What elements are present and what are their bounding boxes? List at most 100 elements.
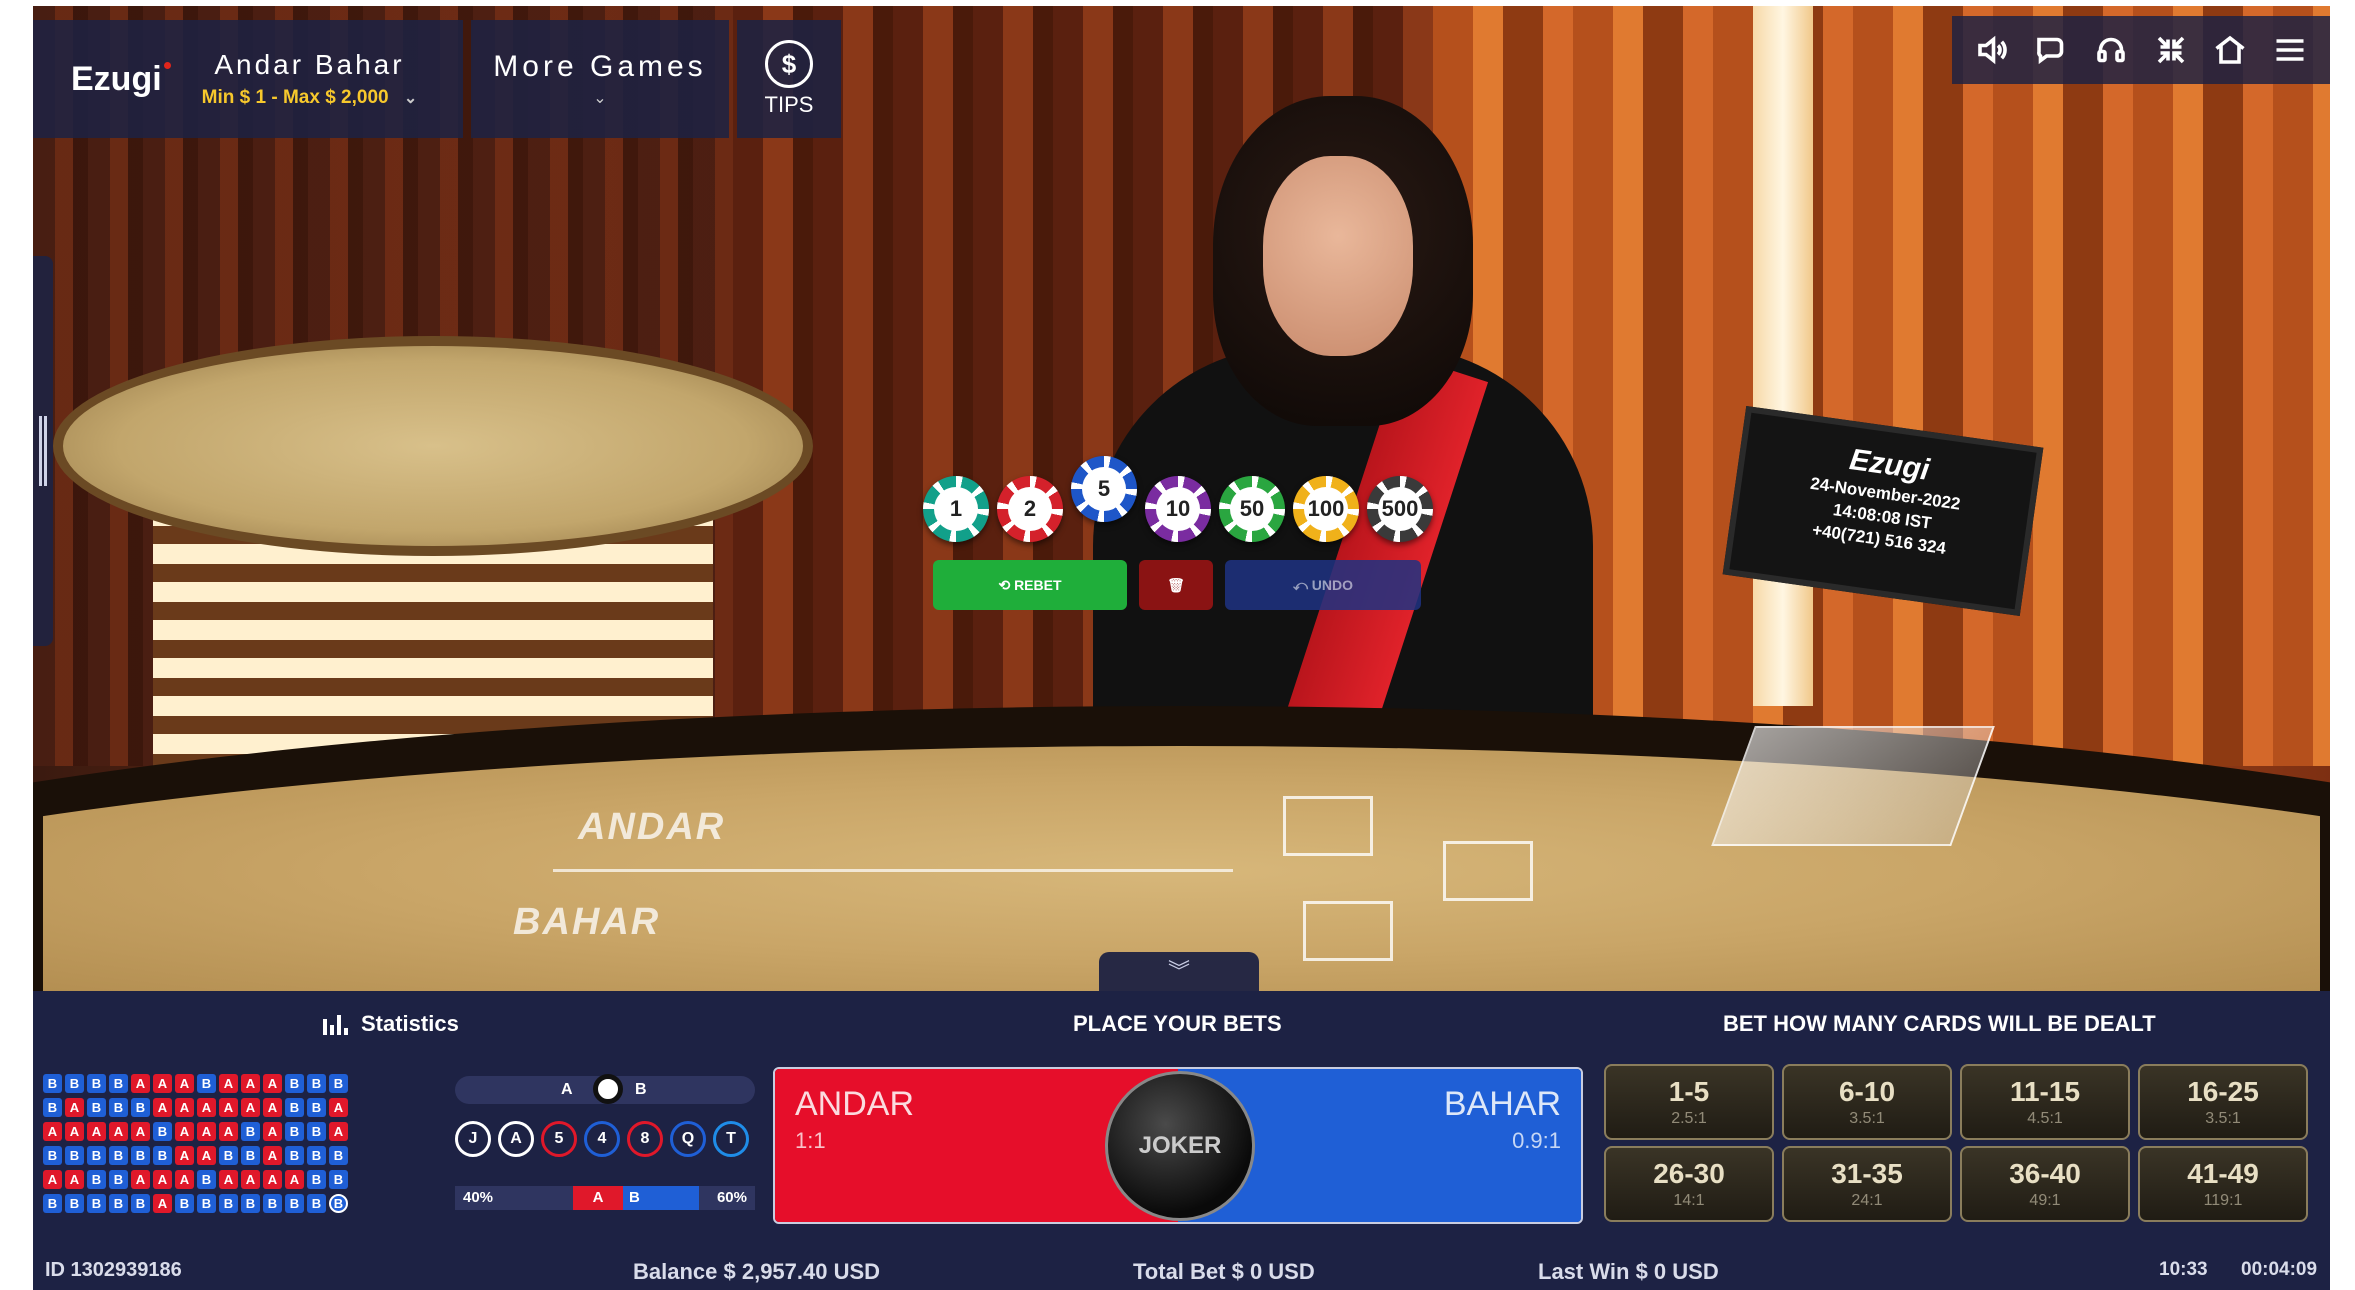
bead-result: A [43,1122,62,1141]
bead-result: B [285,1122,304,1141]
session-timer: 00:04:09 [2241,1259,2318,1280]
side-bet-41-49[interactable]: 41-49 119:1 [2138,1146,2308,1222]
bead-result: A [43,1170,62,1189]
rebet-button[interactable]: ⟲ REBET [933,560,1127,610]
side-bet-payout: 2.5:1 [1671,1110,1707,1127]
bead-result: B [307,1122,326,1141]
chip-5[interactable]: 5 [1071,456,1137,522]
bead-result: B [87,1146,106,1165]
bead-result: B [131,1098,150,1117]
slider-b-label: B [635,1081,647,1098]
bead-result: B [329,1074,348,1093]
side-bet-range: 16-25 [2187,1076,2259,1107]
bead-result: B [65,1146,84,1165]
side-bet-payout: 4.5:1 [2027,1110,2063,1127]
bahar-percentage: 60% [716,1189,747,1206]
side-bet-range: 11-15 [2009,1076,2081,1107]
collapse-panel-button[interactable]: ︾ [1099,952,1259,992]
side-bet-16-25[interactable]: 16-25 3.5:1 [2138,1064,2308,1140]
more-games-button[interactable]: More Games ⌄ [471,20,729,138]
joker-history-chip: 4 [584,1121,620,1157]
bead-result: B [285,1194,304,1213]
round-id: ID 1302939186 [45,1259,182,1281]
chat-icon[interactable] [2028,27,2074,73]
joker-card-slot: JOKER [1105,1071,1255,1221]
bead-road: BBBBAAABAAABBBBABBBAAAAAABBAAAAAABAAABAB… [43,1074,351,1216]
side-bet-1-5[interactable]: 1-5 2.5:1 [1604,1064,1774,1140]
bead-result: B [307,1194,326,1213]
bead-result: B [307,1170,326,1189]
limits-text: Min $ 1 - Max $ 2,000 [201,87,389,108]
minimize-icon[interactable] [2148,27,2194,73]
bead-result: B [131,1194,150,1213]
bead-result: B [43,1146,62,1165]
side-bet-11-15[interactable]: 11-15 4.5:1 [1960,1064,2130,1140]
chip-value: 5 [1082,467,1126,511]
felt-divider [553,869,1233,872]
bead-result: B [329,1146,348,1165]
andar-bahar-slider: A B [455,1074,755,1104]
bead-result: A [153,1194,172,1213]
card-shoe [1711,726,1995,846]
recent-jokers: JA548QT [455,1121,756,1157]
side-bet-range: 1-5 [1668,1076,1710,1107]
bead-result: B [43,1194,62,1213]
side-bet-31-35[interactable]: 31-35 24:1 [1782,1146,1952,1222]
game-window: Ezugi 24-November-2022 14:08:08 IST +40(… [33,6,2330,1290]
clock: 10:33 [2159,1259,2208,1280]
ezugi-logo: Ezugi [71,59,171,98]
bead-result: A [153,1170,172,1189]
bead-result: B [219,1194,238,1213]
headset-icon[interactable] [2088,27,2134,73]
bead-result: A [153,1098,172,1117]
home-icon[interactable] [2207,27,2253,73]
chip-100[interactable]: 100 [1293,476,1359,542]
bead-result: A [241,1098,260,1117]
chip-rack: 1 2 5 10 50 100 500 [923,456,1441,542]
side-bet-26-30[interactable]: 26-30 14:1 [1604,1146,1774,1222]
speaker-icon[interactable] [1969,27,2015,73]
side-bet-6-10[interactable]: 6-10 3.5:1 [1782,1064,1952,1140]
side-bet-range: 36-40 [2009,1158,2081,1189]
bead-result: A [219,1122,238,1141]
status-bar: ID 1302939186 Balance $ 2,957.40 USD Tot… [33,1253,2330,1290]
game-selector[interactable]: Ezugi Andar Bahar Min $ 1 - Max $ 2,000 … [33,20,463,138]
bead-result: A [329,1098,348,1117]
bead-result: B [109,1170,128,1189]
side-bet-grid: 1-5 2.5:1 6-10 3.5:1 11-15 4.5:1 16-25 3.5:1 26-… [1604,1064,2308,1222]
bead-result: A [65,1122,84,1141]
chip-10[interactable]: 10 [1145,476,1211,542]
table-limits: Min $ 1 - Max $ 2,000 ⌄ [202,87,418,109]
betting-panel: Statistics PLACE YOUR BETS BET HOW MANY … [33,991,2330,1290]
side-bet-36-40[interactable]: 36-40 49:1 [1960,1146,2130,1222]
main-bet-board: ANDAR 1:1 BAHAR 0.9:1 JOKER [773,1067,1583,1224]
chip-2[interactable]: 2 [997,476,1063,542]
bead-result: A [263,1170,282,1189]
bead-result: A [65,1098,84,1117]
statistics-button[interactable]: Statistics [323,1011,459,1037]
chip-value: 500 [1378,487,1422,531]
chip-50[interactable]: 50 [1219,476,1285,542]
joker-history-chip: 5 [541,1121,577,1157]
total-bet: Total Bet $ 0 USD [1133,1259,1315,1284]
clear-bets-button[interactable]: 🗑 [1139,560,1213,610]
felt-bahar-label: BAHAR [513,901,661,943]
bead-result: B [43,1074,62,1093]
bead-result: A [219,1098,238,1117]
bead-result: B [241,1122,260,1141]
chevron-down-icon: ⌄ [403,90,418,107]
chip-1[interactable]: 1 [923,476,989,542]
toolbar [1952,16,2330,84]
bead-result: A [241,1074,260,1093]
chip-500[interactable]: 500 [1367,476,1433,542]
tips-button[interactable]: $ TIPS [737,20,841,138]
top-bar: Ezugi Andar Bahar Min $ 1 - Max $ 2,000 … [33,6,849,138]
side-panel-handle[interactable] [33,256,53,646]
card-slot [1283,796,1373,856]
card-slot [1303,901,1393,961]
bead-result: A [263,1098,282,1117]
menu-icon[interactable] [2267,27,2313,73]
slider-knob [593,1074,623,1104]
undo-button[interactable]: ⤺ UNDO [1225,560,1421,610]
side-bet-payout: 3.5:1 [1849,1110,1885,1127]
